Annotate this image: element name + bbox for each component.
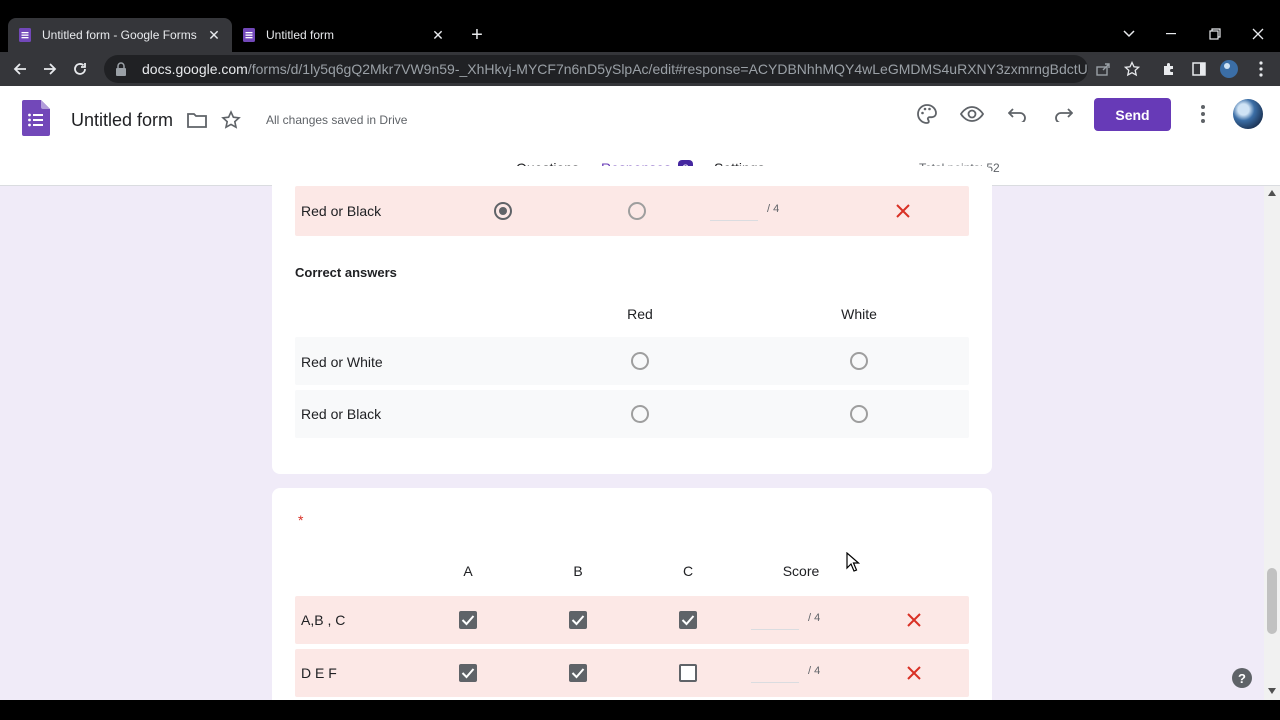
score-input[interactable]: [751, 682, 799, 683]
share-icon[interactable]: [1092, 58, 1114, 80]
column-header: Red: [627, 306, 653, 322]
row-label: A,B , C: [301, 612, 346, 628]
lock-icon: [116, 62, 126, 76]
save-status: All changes saved in Drive: [266, 113, 408, 127]
response-row-incorrect: [295, 649, 969, 697]
browser-menu-icon[interactable]: [1250, 58, 1272, 80]
question-card-grid: Red or Black / 4 Correct answers Red Whi…: [272, 166, 992, 474]
checkbox-checked: [569, 664, 587, 682]
scroll-down-arrow-icon[interactable]: [1268, 688, 1276, 694]
form-title[interactable]: Untitled form: [71, 110, 173, 131]
address-bar[interactable]: docs.google.com/forms/d/1ly5q6gQ2Mkr7VW9…: [104, 55, 1088, 83]
customize-theme-palette-icon[interactable]: [914, 101, 940, 127]
scroll-up-arrow-icon[interactable]: [1268, 190, 1276, 196]
row-label: Red or White: [301, 354, 383, 370]
column-header: B: [573, 563, 583, 579]
move-to-folder-icon[interactable]: [184, 107, 210, 133]
correct-answers-title: Correct answers: [295, 265, 397, 280]
radio-unselected: [850, 352, 868, 370]
new-tab-button[interactable]: +: [466, 24, 488, 46]
forward-arrow-icon[interactable]: [38, 57, 62, 81]
close-tab-icon[interactable]: ✕: [430, 27, 446, 43]
undo-icon[interactable]: [1005, 101, 1031, 127]
required-asterisk: *: [298, 512, 304, 528]
score-denominator: / 4: [808, 665, 821, 677]
redo-icon[interactable]: [1050, 101, 1076, 127]
score-denominator: / 4: [767, 203, 780, 215]
browser-tab-untitled[interactable]: Untitled form ✕: [232, 18, 456, 52]
question-card-checkbox-grid: * A B C Score A,B , C / 4 D E F / 4: [272, 488, 992, 700]
browser-tab-forms[interactable]: Untitled form - Google Forms ✕: [8, 18, 232, 52]
tab-search-chevron-icon[interactable]: [1115, 20, 1143, 48]
more-options-icon[interactable]: [1190, 101, 1216, 127]
incorrect-x-icon: [907, 666, 921, 680]
forms-app: Untitled form All changes saved in Drive…: [0, 86, 1280, 700]
browser-tab-strip: Untitled form - Google Forms ✕ Untitled …: [0, 0, 1280, 52]
google-forms-logo-icon: [22, 100, 50, 136]
profile-avatar-icon[interactable]: [1218, 58, 1240, 80]
column-header: C: [682, 563, 694, 579]
column-header: White: [841, 306, 877, 322]
browser-tab-title: Untitled form: [266, 28, 335, 42]
response-row-incorrect: [295, 596, 969, 644]
checkbox-checked: [679, 611, 697, 629]
close-tab-icon[interactable]: ✕: [206, 27, 222, 43]
bookmark-star-icon[interactable]: [1121, 58, 1143, 80]
minimize-icon[interactable]: [1158, 20, 1186, 48]
extensions-puzzle-icon[interactable]: [1158, 58, 1180, 80]
row-label: Red or Black: [301, 406, 382, 422]
score-header: Score: [782, 563, 820, 579]
account-avatar[interactable]: [1233, 99, 1263, 129]
radio-unselected: [631, 405, 649, 423]
back-arrow-icon[interactable]: [8, 57, 32, 81]
page-scrollbar[interactable]: [1264, 186, 1280, 700]
row-label: D E F: [301, 665, 337, 681]
send-button[interactable]: Send: [1094, 98, 1171, 131]
radio-selected: [494, 202, 512, 220]
restore-icon[interactable]: [1201, 20, 1229, 48]
checkbox-unchecked: [679, 664, 697, 682]
score-input[interactable]: [710, 220, 758, 221]
close-window-icon[interactable]: [1244, 20, 1272, 48]
radio-unselected: [850, 405, 868, 423]
radio-unselected: [631, 352, 649, 370]
mouse-cursor-icon: [846, 552, 860, 572]
incorrect-x-icon: [907, 613, 921, 627]
column-header: A: [463, 563, 473, 579]
score-input[interactable]: [751, 629, 799, 630]
incorrect-x-icon: [896, 204, 910, 218]
score-denominator: / 4: [808, 612, 821, 624]
radio-unselected: [628, 202, 646, 220]
star-icon[interactable]: [218, 107, 244, 133]
side-panel-icon[interactable]: [1188, 58, 1210, 80]
checkbox-checked: [569, 611, 587, 629]
url-text: docs.google.com/forms/d/1ly5q6gQ2Mkr7VW9…: [142, 61, 1088, 77]
help-button[interactable]: ?: [1232, 668, 1252, 688]
row-label: Red or Black: [301, 203, 382, 219]
browser-tab-title: Untitled form - Google Forms: [42, 28, 197, 42]
browser-toolbar: docs.google.com/forms/d/1ly5q6gQ2Mkr7VW9…: [0, 52, 1280, 86]
google-forms-favicon-icon: [242, 28, 256, 42]
google-forms-favicon-icon: [18, 28, 32, 42]
checkbox-checked: [459, 664, 477, 682]
preview-eye-icon[interactable]: [959, 101, 985, 127]
reload-icon[interactable]: [68, 57, 92, 81]
checkbox-checked: [459, 611, 477, 629]
scrollbar-thumb[interactable]: [1267, 568, 1277, 634]
